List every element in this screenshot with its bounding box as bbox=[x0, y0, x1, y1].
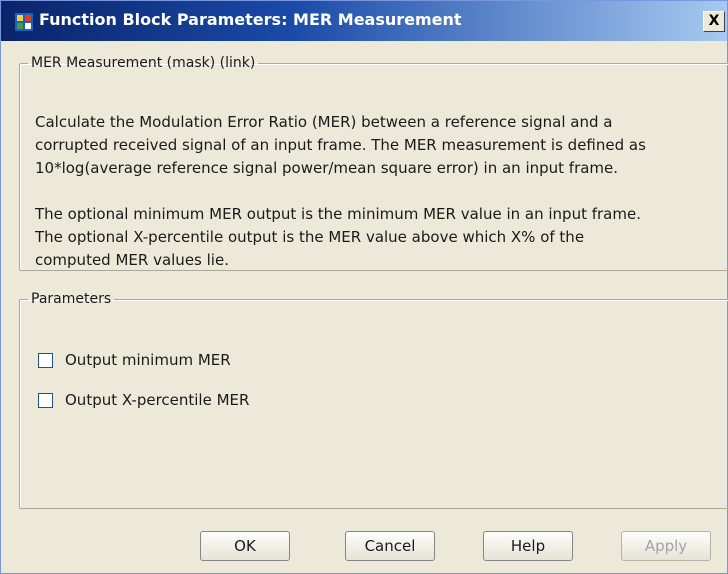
title-bar[interactable]: Function Block Parameters: MER Measureme… bbox=[1, 1, 727, 41]
help-button[interactable]: Help bbox=[483, 531, 573, 561]
ok-button[interactable]: OK bbox=[200, 531, 290, 561]
output-x-percentile-mer-option[interactable]: Output X-percentile MER bbox=[38, 391, 249, 409]
apply-button[interactable]: Apply bbox=[621, 531, 711, 561]
block-description: Calculate the Modulation Error Ratio (ME… bbox=[35, 113, 646, 269]
description-group: MER Measurement (mask) (link) Calculate … bbox=[19, 55, 728, 271]
close-button[interactable]: X bbox=[703, 11, 725, 32]
window-title: Function Block Parameters: MER Measureme… bbox=[39, 10, 462, 29]
simulink-block-icon bbox=[15, 13, 33, 31]
parameters-group-legend: Parameters bbox=[31, 291, 112, 307]
output-x-percentile-mer-checkbox[interactable] bbox=[38, 392, 53, 408]
output-minimum-mer-label: Output minimum MER bbox=[65, 351, 231, 369]
output-minimum-mer-option[interactable]: Output minimum MER bbox=[38, 351, 231, 369]
description-group-legend: MER Measurement (mask) (link) bbox=[31, 55, 256, 71]
parameters-group: Parameters Output minimum MER Output X-p… bbox=[19, 291, 728, 509]
output-x-percentile-mer-label: Output X-percentile MER bbox=[65, 391, 250, 409]
cancel-button[interactable]: Cancel bbox=[345, 531, 435, 561]
dialog-window: Function Block Parameters: MER Measureme… bbox=[0, 0, 728, 574]
output-minimum-mer-checkbox[interactable] bbox=[38, 352, 53, 368]
